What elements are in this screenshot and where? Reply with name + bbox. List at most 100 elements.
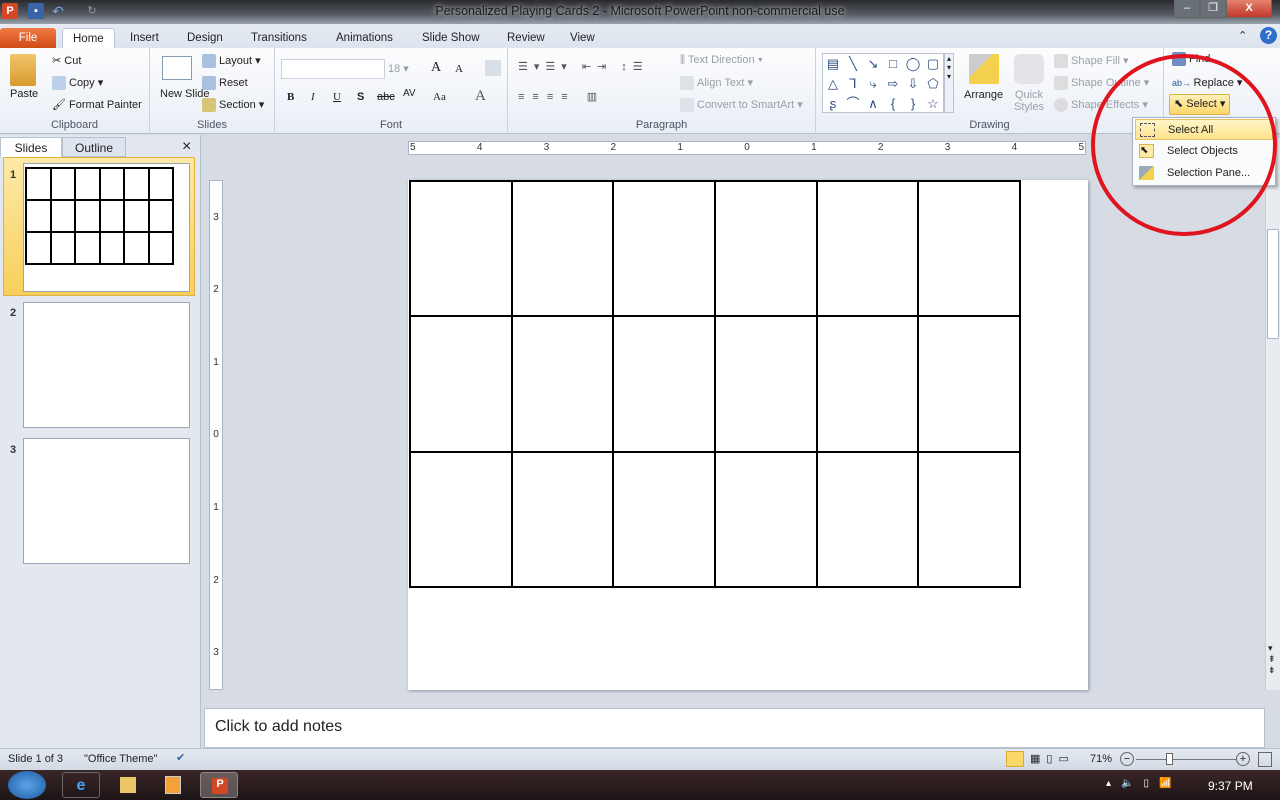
grid-cell[interactable] [918,181,1020,317]
shape-option[interactable]: ∧ [863,94,883,114]
reset-button[interactable]: Reset [202,76,248,90]
grid-cell[interactable] [714,316,817,452]
text-direction-button[interactable]: ⫼ Text Direction ▾ [680,54,763,67]
strikethrough-button[interactable]: abc [377,91,395,103]
slide-canvas[interactable] [408,180,1088,690]
change-case-button[interactable]: Aa [433,91,446,103]
quick-styles-button[interactable]: Quick Styles [1012,89,1046,113]
tab-transitions[interactable]: Transitions [241,28,317,48]
tab-review[interactable]: Review [497,28,555,48]
scrollbar-thumb[interactable] [1267,229,1279,339]
help-icon[interactable]: ? [1260,27,1277,44]
shapes-gallery[interactable]: ▤ ╲ ↘ □ ◯ ▢ △ ⅂ ⤷ ⇨ ⇩ ⬠ ʂ ⌒ ∧{} ☆ [822,53,944,113]
section-button[interactable]: Section ▾ [202,98,264,113]
cut-button[interactable]: ✂ Cut [52,54,81,67]
shape-effects-button[interactable]: Shape Effects ▾ [1054,98,1148,113]
view-buttons[interactable]: ▦▯▭ [1030,752,1075,765]
shape-option[interactable]: ⤷ [863,74,883,94]
shape-option[interactable]: ⅂ [843,74,863,94]
shape-option[interactable]: ⇨ [883,74,903,94]
shape-option[interactable]: □ [883,54,903,74]
align-text-button[interactable]: Align Text ▾ [680,76,753,91]
card-grid-table[interactable] [409,180,1021,588]
fit-to-window-button[interactable] [1258,752,1272,767]
menu-item-select-all[interactable]: Select All [1135,119,1273,140]
tab-animations[interactable]: Animations [326,28,403,48]
tab-view[interactable]: View [560,28,605,48]
shape-option[interactable]: ʂ [823,94,843,114]
paste-button[interactable]: Paste [10,88,38,100]
grid-cell[interactable] [613,316,715,452]
grid-cell[interactable] [410,316,512,452]
powerpoint-taskbar-button[interactable]: P [200,772,238,798]
shape-option[interactable]: △ [823,74,843,94]
font-name-input[interactable] [281,59,385,79]
shape-option[interactable]: ◯ [903,54,923,74]
underline-button[interactable]: U [333,91,341,103]
grid-cell[interactable] [613,181,715,317]
arrange-button[interactable]: Arrange [964,89,1003,101]
spelling-check-icon[interactable]: ✔ [176,751,185,764]
close-button[interactable]: X [1226,0,1272,18]
file-explorer-icon[interactable] [120,777,136,793]
menu-item-select-objects[interactable]: ⬉ Select Objects [1135,141,1273,162]
grid-cell[interactable] [918,316,1020,452]
shrink-font-button[interactable]: A [455,63,463,75]
bold-button[interactable]: B [287,91,294,103]
zoom-out-button[interactable]: − [1120,752,1134,766]
shape-fill-button[interactable]: Shape Fill ▾ [1054,54,1129,69]
tab-insert[interactable]: Insert [120,28,169,48]
theme-name[interactable]: "Office Theme" [84,753,157,765]
grid-cell[interactable] [613,451,715,587]
grid-cell[interactable] [511,451,614,587]
replace-button[interactable]: ab→ Replace ▾ [1172,76,1242,89]
zoom-in-button[interactable]: + [1236,752,1250,766]
find-button[interactable]: Find [1172,52,1210,66]
restore-button[interactable]: ❐ [1200,0,1226,18]
tray-icons[interactable]: ▴🔈▯📶 [1106,778,1181,789]
tab-outline[interactable]: Outline [62,137,126,157]
vertical-scrollbar[interactable]: ▾ ⇞ ⇟ [1265,137,1280,690]
shape-outline-button[interactable]: Shape Outline ▾ [1054,76,1149,91]
new-slide-button[interactable]: New Slide [160,88,210,100]
shape-option[interactable]: ▤ [823,54,843,74]
zoom-slider-thumb[interactable] [1166,753,1173,765]
tab-slides[interactable]: Slides [0,137,62,157]
grow-font-button[interactable]: A [431,60,441,76]
grid-cell[interactable] [511,316,614,452]
normal-view-button[interactable] [1006,751,1024,767]
font-color-button[interactable]: A [475,88,486,105]
minimize-button[interactable]: – [1174,0,1200,18]
shape-option[interactable]: } [903,94,923,114]
grid-cell[interactable] [816,451,919,587]
close-pane-button[interactable]: × [182,138,191,156]
tab-home[interactable]: Home [62,28,115,48]
character-spacing-button[interactable]: AV [403,88,416,99]
minimize-ribbon-icon[interactable]: ⌃ [1238,29,1247,42]
slide-thumbnail-3[interactable] [23,438,190,564]
tab-design[interactable]: Design [177,28,233,48]
copy-button[interactable]: Copy ▾ [52,76,103,91]
internet-explorer-icon[interactable]: e [62,772,100,798]
shape-option[interactable]: ⌒ [843,94,863,114]
shapes-gallery-scroll[interactable]: ▴ ▾ ▾ [944,53,954,113]
tab-slide-show[interactable]: Slide Show [412,28,490,48]
start-button[interactable] [8,771,46,799]
convert-smartart-button[interactable]: Convert to SmartArt ▾ [680,98,803,113]
grid-cell[interactable] [816,316,919,452]
bullets-numbering-icon[interactable]: ☰▾☰▾ ⇤⇥ ↕☰ [518,60,649,73]
scroll-arrows[interactable]: ▾ ⇞ ⇟ [1268,643,1276,676]
shape-option[interactable]: ⬠ [923,74,943,94]
grid-cell[interactable] [714,181,817,317]
format-painter-button[interactable]: 🖌 Format Painter [52,98,142,111]
grid-cell[interactable] [410,451,512,587]
shape-option[interactable]: ╲ [843,54,863,74]
tab-file[interactable]: File [0,28,56,48]
shape-option[interactable]: { [883,94,903,114]
shape-option[interactable]: ↘ [863,54,883,74]
slide-thumbnail-1[interactable] [23,163,190,292]
shape-option[interactable]: ▢ [923,54,943,74]
font-size-input[interactable]: 18 ▾ [388,62,409,75]
italic-button[interactable]: I [311,91,315,103]
clock[interactable]: 9:37 PM [1208,779,1253,793]
